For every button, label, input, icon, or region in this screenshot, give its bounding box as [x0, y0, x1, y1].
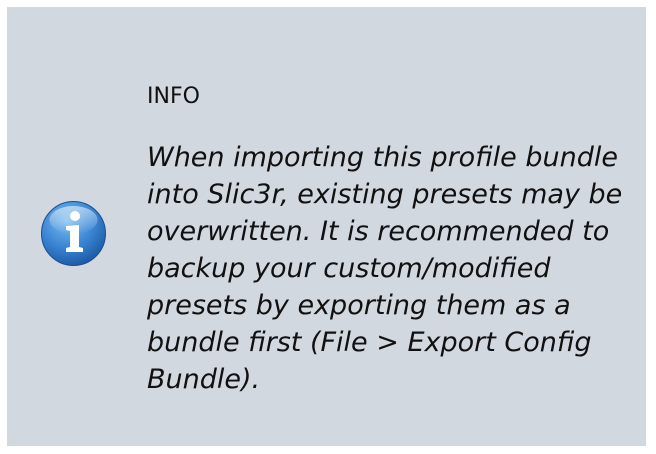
note-line: Bundle).: [147, 364, 261, 395]
note-body: When importing this profile bundle into …: [147, 139, 637, 398]
note-title: INFO: [147, 84, 200, 109]
note-line: backup your custom/modified: [147, 253, 551, 284]
note-line: presets by exporting them as a: [147, 290, 571, 321]
note-line: When importing this profile bundle: [147, 142, 618, 173]
note-line: bundle first (File > Export Config: [147, 327, 592, 358]
info-icon: [40, 200, 107, 267]
info-note: INFO When importing this profile bundle …: [7, 7, 646, 446]
note-line: overwritten. It is recommended to: [147, 216, 610, 247]
note-line: into Slic3r, existing presets may be: [147, 179, 623, 210]
